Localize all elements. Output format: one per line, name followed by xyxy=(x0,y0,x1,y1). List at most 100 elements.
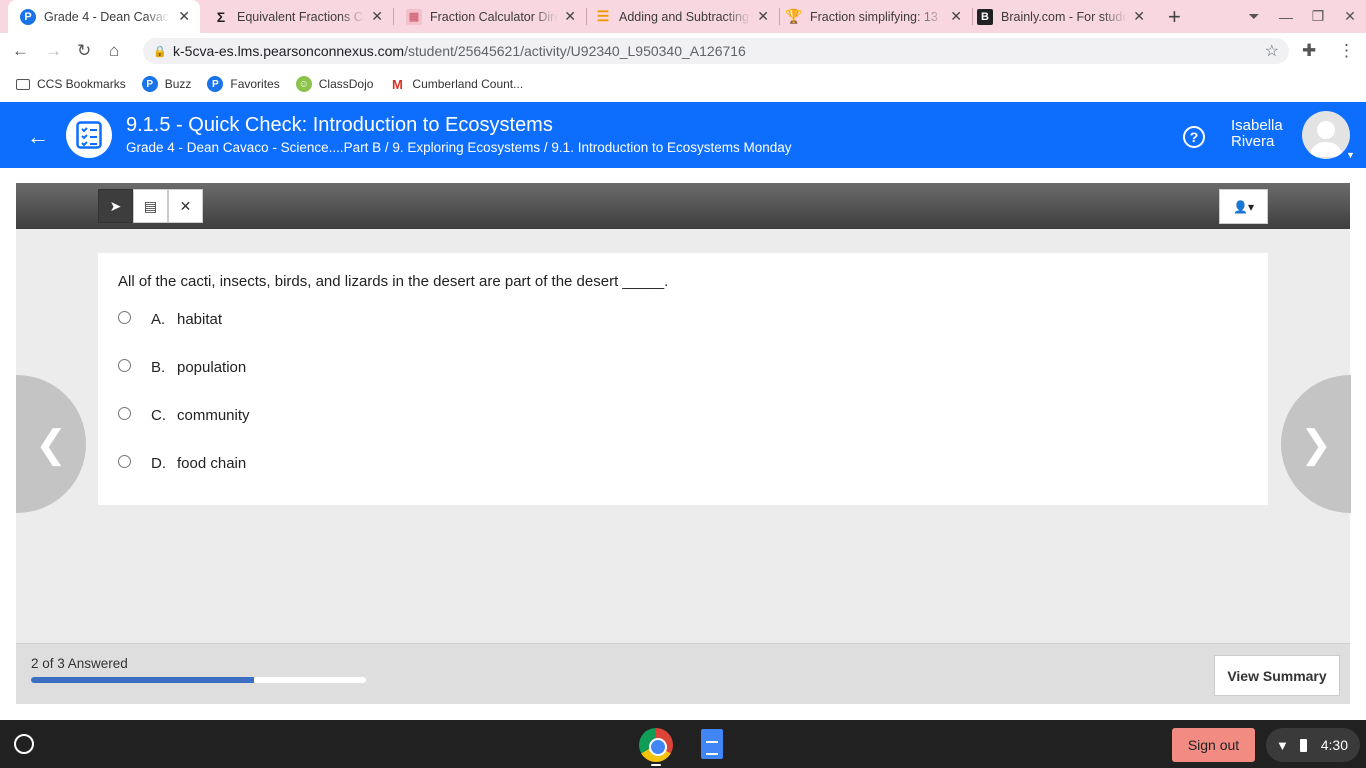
bookmark-label: CCS Bookmarks xyxy=(37,77,126,91)
chevron-right-icon: ❯ xyxy=(1300,423,1332,466)
radio-button[interactable] xyxy=(118,407,131,420)
option-letter: C. xyxy=(151,407,166,424)
close-icon[interactable]: ✕ xyxy=(950,8,962,25)
browser-tab-1[interactable]: Σ Equivalent Fractions Ca ✕ xyxy=(203,0,393,33)
sigma-icon: Σ xyxy=(216,8,226,25)
trophy-icon: 🏆 xyxy=(785,8,803,24)
close-icon[interactable]: ✕ xyxy=(564,8,576,25)
lock-icon: 🔒 xyxy=(153,45,167,58)
extensions-icon[interactable]: ✚ xyxy=(1302,41,1316,61)
answer-option-d[interactable]: D. food chain xyxy=(118,455,246,472)
person-icon: 👤▾ xyxy=(1233,199,1254,214)
tab-title: Brainly.com - For studen xyxy=(1001,9,1127,24)
chrome-icon[interactable] xyxy=(639,728,673,762)
os-shelf: Sign out ▼ 4:30 xyxy=(0,720,1366,768)
chevron-left-icon: ❮ xyxy=(35,423,67,466)
activity-toolbar: ➤ ▤ ✕ 👤▾ xyxy=(16,183,1350,229)
close-icon[interactable]: ✕ xyxy=(757,8,769,25)
breadcrumb: Grade 4 - Dean Cavaco - Science....Part … xyxy=(126,140,792,155)
tab-separator xyxy=(779,8,780,25)
tab-separator xyxy=(972,8,973,25)
next-question-button[interactable]: ❯ xyxy=(1281,375,1351,513)
eliminator-tool[interactable]: ✕ xyxy=(168,189,203,223)
bookmark-buzz[interactable]: P Buzz xyxy=(141,76,192,92)
bookmark-label: Buzz xyxy=(164,77,192,91)
bookmark-favorites[interactable]: P Favorites xyxy=(207,76,280,92)
progress-fill xyxy=(31,677,255,683)
launcher-icon[interactable] xyxy=(14,734,34,754)
answer-option-b[interactable]: B. population xyxy=(118,359,246,376)
address-bar[interactable]: 🔒 k-5cva-es.lms.pearsonconnexus.com/stud… xyxy=(143,38,1289,64)
bookmark-label: ClassDojo xyxy=(318,77,374,91)
tab-title: Fraction Calculator Dire xyxy=(430,9,558,24)
cross-icon: ✕ xyxy=(179,197,192,214)
user-last-name: Rivera xyxy=(1231,133,1275,150)
cursor-icon: ➤ xyxy=(109,197,122,214)
close-icon[interactable]: ✕ xyxy=(178,8,190,25)
pearson-icon: P xyxy=(207,76,224,92)
question-card: All of the cacti, insects, birds, and li… xyxy=(98,253,1268,505)
minimize-icon[interactable]: — xyxy=(1270,9,1302,25)
user-name: Isabella Rivera xyxy=(1231,118,1283,150)
radio-button[interactable] xyxy=(118,311,131,324)
option-text: population xyxy=(177,359,247,376)
pearson-icon: P xyxy=(20,8,36,25)
bookmark-label: Cumberland Count... xyxy=(412,77,524,91)
answer-option-a[interactable]: A. habitat xyxy=(118,311,222,328)
note-tool[interactable]: ▤ xyxy=(133,189,168,223)
tab-search-icon[interactable]: ⏷ xyxy=(1238,8,1270,25)
back-arrow-icon[interactable]: ← xyxy=(27,124,49,150)
window-controls: ⏷ — ❐ ✕ xyxy=(1238,0,1366,33)
answer-option-c[interactable]: C. community xyxy=(118,407,250,424)
wifi-icon: ▼ xyxy=(1276,737,1289,753)
back-icon[interactable]: ← xyxy=(12,41,29,61)
option-text: community xyxy=(177,407,250,424)
forward-icon[interactable]: → xyxy=(45,41,62,61)
tab-strip: P Grade 4 - Dean Cavaco ✕ Σ Equivalent F… xyxy=(0,0,1366,33)
status-tray[interactable]: ▼ 4:30 xyxy=(1266,728,1360,762)
chevron-down-icon[interactable]: ▼ xyxy=(1346,150,1355,160)
tab-title: Fraction simplifying: 13 xyxy=(810,9,938,24)
previous-question-button[interactable]: ❮ xyxy=(16,375,86,513)
pointer-tool[interactable]: ➤ xyxy=(98,189,133,223)
reload-icon[interactable]: ↻ xyxy=(77,41,91,61)
bookmark-cumberland[interactable]: M Cumberland Count... xyxy=(389,76,523,92)
close-icon[interactable]: ✕ xyxy=(371,8,383,25)
bookmark-star-icon[interactable]: ☆ xyxy=(1265,41,1279,61)
browser-tab-4[interactable]: 🏆 Fraction simplifying: 13 ✕ xyxy=(782,0,972,33)
activity-area: ➤ ▤ ✕ 👤▾ ❮ ❯ All of the cacti, insects, … xyxy=(16,183,1351,704)
sign-out-button[interactable]: Sign out xyxy=(1172,728,1255,762)
browser-tab-0[interactable]: P Grade 4 - Dean Cavaco ✕ xyxy=(8,0,200,33)
radio-button[interactable] xyxy=(118,455,131,468)
restore-icon[interactable]: ❐ xyxy=(1302,8,1334,25)
app-header: ← 9.1.5 - Quick Check: Introduction to E… xyxy=(0,102,1366,168)
help-icon[interactable]: ? xyxy=(1183,126,1205,148)
avatar[interactable] xyxy=(1302,111,1350,159)
checklist-icon xyxy=(66,112,112,158)
home-icon[interactable]: ⌂ xyxy=(109,41,119,61)
tab-title: Equivalent Fractions Ca xyxy=(237,9,365,24)
bookmark-classdojo[interactable]: ☺ ClassDojo xyxy=(295,76,374,92)
bookmark-ccs[interactable]: CCS Bookmarks xyxy=(16,77,126,91)
close-icon[interactable]: ✕ xyxy=(1133,8,1145,25)
tool-group: ➤ ▤ ✕ xyxy=(98,189,203,223)
browser-tab-5[interactable]: B Brainly.com - For studen ✕ xyxy=(975,0,1155,33)
menu-icon[interactable]: ⋮ xyxy=(1338,41,1355,61)
view-summary-button[interactable]: View Summary xyxy=(1214,655,1340,696)
docs-icon[interactable] xyxy=(701,729,723,759)
new-tab-button[interactable]: + xyxy=(1168,4,1181,30)
url-path: /student/25645621/activity/U92340_L95034… xyxy=(404,43,746,59)
tab-separator xyxy=(393,8,394,25)
progress-bar xyxy=(31,677,366,683)
answered-count: 2 of 3 Answered xyxy=(31,656,128,671)
close-window-icon[interactable]: ✕ xyxy=(1334,8,1366,25)
bookmark-label: Favorites xyxy=(230,77,280,91)
accessibility-menu[interactable]: 👤▾ xyxy=(1219,189,1268,224)
clock: 4:30 xyxy=(1320,737,1348,753)
browser-tab-2[interactable]: ▦ Fraction Calculator Dire ✕ xyxy=(396,0,586,33)
active-indicator xyxy=(651,764,661,766)
browser-tab-3[interactable]: ☰ Adding and Subtracting ✕ xyxy=(589,0,779,33)
tab-separator xyxy=(586,8,587,25)
radio-button[interactable] xyxy=(118,359,131,372)
calculator-icon: ▦ xyxy=(406,8,422,25)
